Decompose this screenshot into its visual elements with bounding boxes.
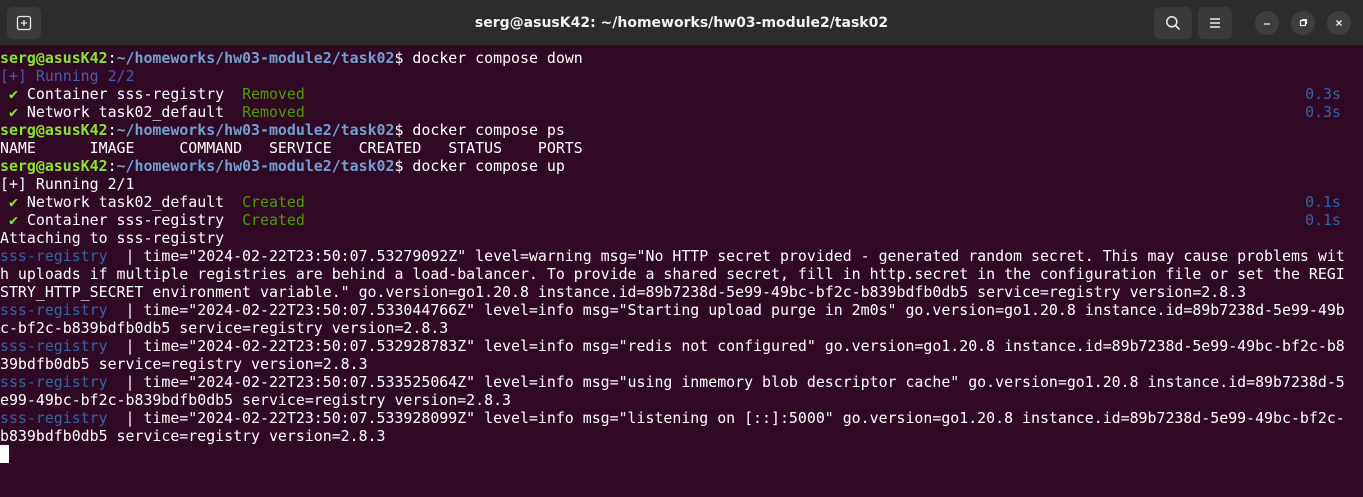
prompt-path: ~/homeworks/hw03-module2/task02 — [116, 157, 395, 175]
log-line: STRY_HTTP_SECRET environment variable." … — [0, 283, 1353, 301]
log-line: sss-registry | time="2024-02-22T23:50:07… — [0, 373, 1353, 391]
log-line: sss-registry | time="2024-02-22T23:50:07… — [0, 337, 1353, 355]
item-text: Network task02_default — [17, 193, 243, 211]
command-text: docker compose up — [412, 157, 565, 175]
log-output: sss-registry | time="2024-02-22T23:50:07… — [0, 247, 1353, 445]
item-text: Container sss-registry — [17, 211, 243, 229]
service-name: sss-registry — [0, 409, 126, 427]
hamburger-menu-icon — [1208, 17, 1222, 29]
log-text: e99-49bc-bf2c-b839bdfb0db5 service=regis… — [0, 391, 512, 409]
new-tab-icon — [16, 15, 32, 31]
prompt-path: ~/homeworks/hw03-module2/task02 — [116, 121, 395, 139]
compose-item: ✔ Network task02_default Removed 0.3s — [0, 103, 1353, 121]
item-time: 0.3s — [1305, 85, 1341, 103]
prompt-user: serg@asusK42 — [0, 49, 108, 67]
prompt-line: serg@asusK42:~/homeworks/hw03-module2/ta… — [0, 157, 1353, 175]
title-bar: serg@asusK42: ~/homeworks/hw03-module2/t… — [0, 0, 1363, 46]
prompt-separator: : — [107, 49, 117, 67]
log-line: sss-registry | time="2024-02-22T23:50:07… — [0, 409, 1353, 427]
item-time: 0.1s — [1305, 211, 1341, 229]
compose-item: ✔ Network task02_default Created 0.1s — [0, 193, 1353, 211]
running-status: [+] Running 2/2 — [0, 67, 135, 85]
item-status: Removed — [242, 85, 305, 103]
terminal-window: serg@asusK42: ~/homeworks/hw03-module2/t… — [0, 0, 1363, 497]
log-text: | time="2024-02-22T23:50:07.533525064Z" … — [125, 373, 1345, 391]
log-text: 39bdfb0db5 service=registry version=2.8.… — [0, 355, 368, 373]
service-name: sss-registry — [0, 301, 126, 319]
log-text: | time="2024-02-22T23:50:07.533928099Z" … — [125, 409, 1345, 427]
maximize-button[interactable] — [1291, 11, 1315, 35]
close-icon — [1334, 18, 1344, 28]
service-name: sss-registry — [0, 373, 126, 391]
log-line: b839bdfb0db5 service=registry version=2.… — [0, 427, 1353, 445]
terminal-cursor — [0, 445, 9, 463]
menu-button[interactable] — [1198, 7, 1232, 39]
maximize-icon — [1298, 18, 1308, 28]
log-text: | time="2024-02-22T23:50:07.533044766Z" … — [125, 301, 1345, 319]
command-text: docker compose down — [412, 49, 583, 67]
item-status: Removed — [242, 103, 305, 121]
prompt-separator: : — [107, 121, 117, 139]
prompt-dollar: $ — [394, 121, 413, 139]
item-time: 0.3s — [1305, 103, 1341, 121]
command-text: docker compose ps — [412, 121, 565, 139]
service-name: sss-registry — [0, 337, 126, 355]
log-text: h uploads if multiple registries are beh… — [0, 265, 1345, 283]
item-text: Network task02_default — [17, 103, 243, 121]
prompt-dollar: $ — [394, 49, 413, 67]
prompt-line: serg@asusK42:~/homeworks/hw03-module2/ta… — [0, 121, 1353, 139]
item-status: Created — [242, 193, 305, 211]
log-line: sss-registry | time="2024-02-22T23:50:07… — [0, 301, 1353, 319]
prompt-dollar: $ — [394, 157, 413, 175]
log-line: h uploads if multiple registries are beh… — [0, 265, 1353, 283]
attaching-line: Attaching to sss-registry — [0, 229, 225, 247]
log-line: 39bdfb0db5 service=registry version=2.8.… — [0, 355, 1353, 373]
item-text: Container sss-registry — [17, 85, 243, 103]
item-status: Created — [242, 211, 305, 229]
prompt-path: ~/homeworks/hw03-module2/task02 — [116, 49, 395, 67]
log-text: | time="2024-02-22T23:50:07.53279092Z" l… — [125, 247, 1345, 265]
log-text: | time="2024-02-22T23:50:07.532928783Z" … — [125, 337, 1345, 355]
item-time: 0.1s — [1305, 193, 1341, 211]
check-icon: ✔ — [8, 103, 18, 121]
log-line: e99-49bc-bf2c-b839bdfb0db5 service=regis… — [0, 391, 1353, 409]
input-line[interactable] — [0, 445, 1353, 463]
prompt-separator: : — [107, 157, 117, 175]
search-button[interactable] — [1154, 7, 1192, 39]
ps-header: NAME IMAGE COMMAND SERVICE CREATED STATU… — [0, 139, 583, 157]
check-icon: ✔ — [8, 211, 18, 229]
log-text: b839bdfb0db5 service=registry version=2.… — [0, 427, 386, 445]
minimize-button[interactable] — [1255, 11, 1279, 35]
check-icon: ✔ — [8, 193, 18, 211]
service-name: sss-registry — [0, 247, 126, 265]
scrollbar[interactable] — [1353, 49, 1363, 497]
new-tab-button[interactable] — [7, 7, 41, 39]
log-line: c-bf2c-b839bdfb0db5 service=registry ver… — [0, 319, 1353, 337]
search-icon — [1165, 15, 1181, 31]
compose-item: ✔ Container sss-registry Removed 0.3s — [0, 85, 1353, 103]
log-line: sss-registry | time="2024-02-22T23:50:07… — [0, 247, 1353, 265]
compose-item: ✔ Container sss-registry Created 0.1s — [0, 211, 1353, 229]
close-button[interactable] — [1327, 11, 1351, 35]
minimize-icon — [1262, 18, 1272, 28]
running-status: [+] Running 2/1 — [0, 175, 135, 193]
prompt-line: serg@asusK42:~/homeworks/hw03-module2/ta… — [0, 49, 1353, 67]
prompt-user: serg@asusK42 — [0, 121, 108, 139]
log-text: c-bf2c-b839bdfb0db5 service=registry ver… — [0, 319, 449, 337]
terminal-output[interactable]: serg@asusK42:~/homeworks/hw03-module2/ta… — [0, 49, 1353, 497]
log-text: STRY_HTTP_SECRET environment variable." … — [0, 283, 1247, 301]
check-icon: ✔ — [8, 85, 18, 103]
prompt-user: serg@asusK42 — [0, 157, 108, 175]
